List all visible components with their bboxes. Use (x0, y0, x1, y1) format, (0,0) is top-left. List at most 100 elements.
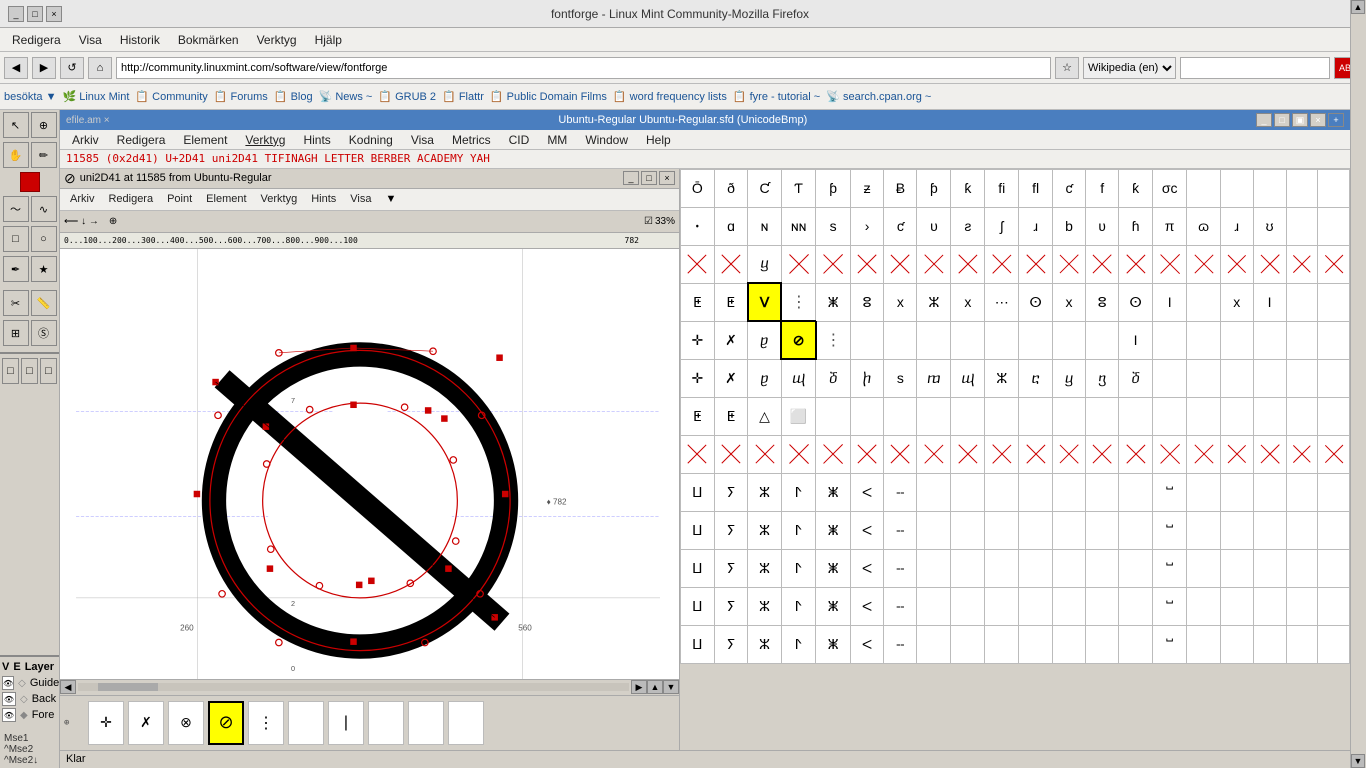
ff-restore[interactable]: ▣ (1292, 113, 1308, 127)
glyph-cell[interactable]: ⵯ (1152, 587, 1186, 625)
glyph-cell[interactable]: ⵦ (850, 511, 883, 549)
bookmark-grub2[interactable]: 📋 GRUB 2 (378, 90, 436, 103)
glyph-cell[interactable] (1086, 321, 1119, 359)
glyph-cell[interactable] (1187, 321, 1221, 359)
glyph-cell[interactable]: ⵪ (985, 511, 1019, 549)
layer-fore-label[interactable]: Fore (32, 709, 55, 721)
glyph-cell[interactable]: Ō (681, 169, 715, 207)
glyph-cell[interactable] (1286, 511, 1318, 549)
glyph-cell[interactable] (1318, 587, 1350, 625)
glyph-cell[interactable] (1318, 473, 1350, 511)
glyph-cell[interactable] (917, 549, 951, 587)
glyph-cell[interactable] (1187, 473, 1221, 511)
ff-minimize[interactable]: _ (1256, 113, 1272, 127)
glyph-cell[interactable]: x (884, 283, 917, 321)
thumb-cell-empty2[interactable] (368, 701, 404, 745)
glyph-cell[interactable] (850, 435, 883, 473)
thumb-cell-empty4[interactable] (448, 701, 484, 745)
glyph-menu-visa[interactable]: Visa (344, 192, 377, 206)
glyph-cell[interactable]: I (1253, 283, 1286, 321)
layer-guide-label[interactable]: Guide (30, 677, 59, 689)
nav-reload[interactable]: ↺ (60, 57, 84, 79)
glyph-cell[interactable]: π (1152, 207, 1186, 245)
glyph-cell[interactable]: f (1086, 169, 1119, 207)
bookmark-forums[interactable]: 📋 Forums (214, 90, 268, 103)
glyph-menu-point[interactable]: Point (161, 192, 198, 206)
ff-close[interactable]: × (1310, 113, 1326, 127)
glyph-cell[interactable] (1318, 549, 1350, 587)
glyph-cell[interactable] (951, 435, 985, 473)
glyph-cell[interactable]: ⵪ (985, 473, 1019, 511)
thumb-cell-1[interactable]: ✛ (88, 701, 124, 745)
glyph-cell[interactable]: ⵣ (985, 359, 1019, 397)
glyph-cell[interactable] (1318, 245, 1350, 283)
glyph-cell[interactable] (816, 435, 850, 473)
glyph-cell[interactable]: ⵡ (681, 549, 715, 587)
glyph-cell[interactable] (1152, 397, 1186, 435)
glyph-cell[interactable]: ⵩ (951, 473, 985, 511)
glyph-cell[interactable]: ⵙ (1119, 283, 1153, 321)
glyph-menu-arkiv[interactable]: Arkiv (64, 192, 100, 206)
glyph-cell[interactable]: ⴀ (1019, 359, 1053, 397)
glyph-cell[interactable] (1187, 245, 1221, 283)
search-engine-select[interactable]: Wikipedia (en) (1083, 57, 1176, 79)
glyph-cell[interactable]: υ (917, 207, 951, 245)
glyph-cell[interactable] (1086, 587, 1119, 625)
glyph-cell[interactable] (1253, 549, 1286, 587)
tool-draw[interactable]: ✏ (31, 142, 57, 168)
glyph-cell[interactable]: x (1053, 283, 1086, 321)
layer-back-label[interactable]: Back (32, 693, 56, 705)
glyph-cell[interactable]: ⵦ (850, 587, 883, 625)
glyph-cell[interactable] (917, 625, 951, 663)
ff-menu-kodning[interactable]: Kodning (341, 131, 401, 149)
tool-knife[interactable]: ✂ (3, 290, 29, 316)
ff-menu-redigera[interactable]: Redigera (109, 131, 174, 149)
glyph-cell[interactable]: s (884, 359, 917, 397)
glyph-cell[interactable]: ⵮ (1119, 549, 1153, 587)
glyph-cell[interactable] (1286, 587, 1318, 625)
glyph-cell[interactable]: ⵣ (748, 625, 782, 663)
glyph-cell[interactable]: ⵟ (681, 283, 715, 321)
glyph-cell[interactable] (1253, 625, 1286, 663)
glyph-cell[interactable] (1318, 359, 1350, 397)
glyph-cell[interactable] (1187, 625, 1221, 663)
glyph-cell[interactable] (1220, 245, 1253, 283)
glyph-cell[interactable] (884, 397, 917, 435)
glyph-cell[interactable] (1187, 511, 1221, 549)
nav-home[interactable]: ⌂ (88, 57, 112, 79)
glyph-minimize[interactable]: _ (623, 171, 639, 185)
glyph-cell[interactable]: ⵥ (816, 473, 850, 511)
menu-visa[interactable]: Visa (71, 31, 110, 49)
glyph-cell[interactable]: ⴁ (748, 245, 782, 283)
glyph-cell[interactable] (1253, 245, 1286, 283)
glyph-cell[interactable]: ƶ (850, 169, 883, 207)
glyph-cell[interactable]: σc (1152, 169, 1186, 207)
glyph-cell[interactable] (1286, 283, 1318, 321)
thumb-cell-empty1[interactable] (288, 701, 324, 745)
tool-curve[interactable]: ∿ (31, 196, 57, 222)
glyph-cell[interactable]: ✛ (681, 359, 715, 397)
glyph-cell[interactable] (781, 245, 816, 283)
bookmark-cpan[interactable]: 📡 search.cpan.org ~ (826, 90, 931, 103)
tool-ruler[interactable]: 📏 (31, 290, 57, 316)
glyph-cell[interactable]: ⵮ (1119, 473, 1153, 511)
glyph-cell[interactable]: ⵥ (816, 587, 850, 625)
glyph-cell[interactable]: ⵡ (681, 511, 715, 549)
glyph-cell[interactable]: ƙ (951, 169, 985, 207)
glyph-cell[interactable]: ⵡ (681, 587, 715, 625)
glyph-cell[interactable] (917, 397, 951, 435)
glyph-cell[interactable]: ƈ (884, 207, 917, 245)
glyph-cell[interactable] (1220, 169, 1253, 207)
glyph-cell[interactable] (1086, 435, 1119, 473)
glyph-cell[interactable]: ꞏ (681, 207, 715, 245)
glyph-cell[interactable]: ⴓ (951, 359, 985, 397)
glyph-cell[interactable] (1318, 625, 1350, 663)
glyph-cell[interactable] (1187, 549, 1221, 587)
search-input[interactable] (1180, 57, 1330, 79)
thumb-cell-3[interactable]: ⊗ (168, 701, 204, 745)
glyph-cell[interactable] (748, 435, 782, 473)
glyph-cell[interactable]: ✗ (714, 359, 748, 397)
tool-scroll[interactable]: ✋ (3, 142, 29, 168)
bookmark-pdfilms[interactable]: 📋 Public Domain Films (490, 90, 607, 103)
glyph-cell[interactable] (1152, 359, 1186, 397)
